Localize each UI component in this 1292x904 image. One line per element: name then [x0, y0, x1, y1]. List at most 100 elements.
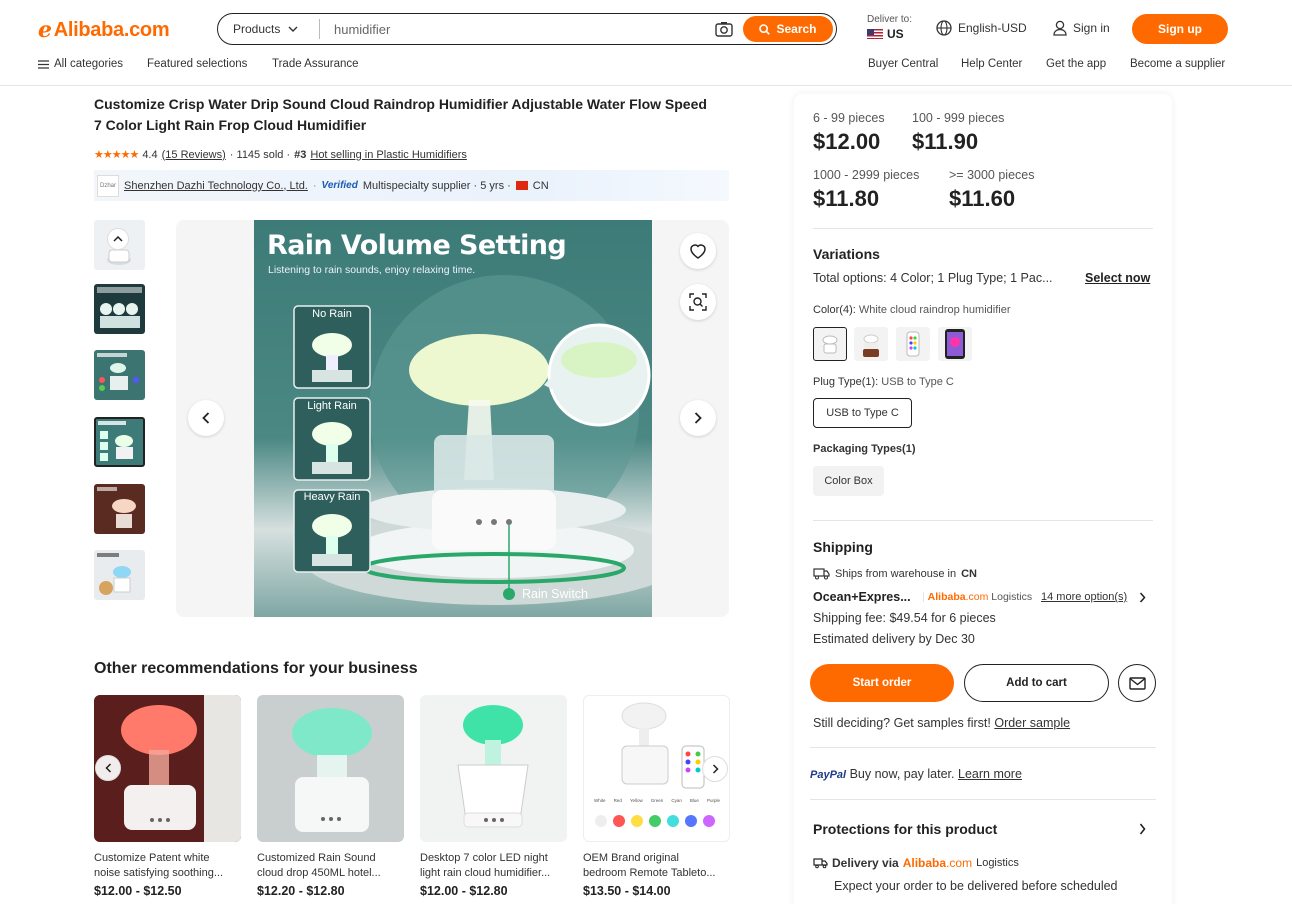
recommendation-card-1[interactable]: Customize Patent white noise satisfying …	[94, 695, 241, 898]
thumbnail-4-selected[interactable]	[94, 417, 145, 467]
rating-stars-icon: ★★★★★	[94, 149, 139, 161]
favorite-button[interactable]	[680, 233, 716, 269]
select-now-link[interactable]: Select now	[1085, 271, 1150, 285]
top-header: ℯ Alibaba.com Products Search Deliver to…	[0, 0, 1292, 86]
packaging-option-color-box[interactable]: Color Box	[813, 466, 884, 496]
buyer-central-link[interactable]: Buyer Central	[868, 58, 938, 70]
swatch-image	[822, 335, 838, 354]
language-label: English-USD	[958, 21, 1027, 35]
reviews-link[interactable]: (15 Reviews)	[162, 149, 226, 161]
recommendation-illustration	[457, 705, 529, 828]
become-supplier-link[interactable]: Become a supplier	[1130, 58, 1225, 70]
us-flag-icon	[867, 29, 883, 39]
image-subheading: Listening to rain sounds, enjoy relaxing…	[268, 264, 476, 276]
search-button-label: Search	[776, 22, 817, 36]
recommendation-card-2[interactable]: Customized Rain Sound cloud drop 450ML h…	[257, 695, 404, 898]
menu-icon	[38, 59, 49, 69]
search-button[interactable]: Search	[743, 16, 833, 42]
color-name-green: Green	[650, 798, 664, 803]
get-the-app-link[interactable]: Get the app	[1046, 58, 1106, 70]
thumbnail-3[interactable]	[94, 350, 145, 400]
plug-label-row: Plug Type(1): USB to Type C	[813, 376, 954, 388]
recommendation-card-3[interactable]: Desktop 7 color LED night light rain clo…	[420, 695, 567, 898]
logistics-word: Logistics	[991, 591, 1033, 603]
image-heading: Rain Volume Setting	[267, 230, 567, 261]
featured-selections-link[interactable]: Featured selections	[147, 58, 247, 70]
color-swatch-app[interactable]	[938, 327, 972, 361]
trade-assurance-link[interactable]: Trade Assurance	[272, 58, 359, 70]
color-names-row: White Red Yellow Green Cyan Blue Purple	[594, 798, 720, 803]
chevron-left-icon	[104, 763, 111, 773]
more-shipping-options-link[interactable]: 14 more option(s)	[1041, 591, 1127, 603]
camera-search-icon[interactable]	[715, 21, 733, 37]
image-search-button[interactable]	[680, 284, 716, 320]
color-name-red: Red	[613, 798, 622, 803]
thumbnail-2[interactable]	[94, 284, 145, 334]
color-label: Color(4):	[813, 304, 856, 316]
color-swatch-white-cloud[interactable]	[813, 327, 847, 361]
paypal-learn-more-link[interactable]: Learn more	[958, 767, 1022, 781]
color-swatch-remote[interactable]	[896, 327, 930, 361]
sign-in-label: Sign in	[1073, 21, 1110, 35]
mail-icon	[1128, 676, 1146, 690]
protections-title: Protections for this product	[813, 821, 998, 837]
divider	[813, 520, 1153, 521]
sign-in-link[interactable]: Sign in	[1053, 20, 1110, 36]
tier-2-range: 100 - 999 pieces	[912, 111, 1005, 125]
chevron-right-icon[interactable]	[1139, 823, 1146, 835]
recommendation-price-1: $12.00 - $12.50	[94, 884, 182, 898]
thumbnail-6[interactable]	[94, 550, 145, 600]
thumbnail-5[interactable]	[94, 484, 145, 534]
search-input[interactable]	[320, 21, 715, 37]
mode-heavy-rain: Heavy Rain	[303, 491, 361, 503]
chevron-down-icon	[288, 26, 298, 32]
product-title-line-2: 7 Color Light Rain Frop Cloud Humidifier	[94, 117, 367, 133]
contact-supplier-button[interactable]	[1118, 664, 1156, 702]
supplier-info: Multispecialty supplier · 5 yrs ·	[362, 179, 511, 192]
recommendations-next-button[interactable]	[702, 756, 728, 782]
recommendation-name-3b: light rain cloud humidifier...	[420, 867, 551, 879]
thumbnail-scroll-up-button[interactable]	[107, 228, 129, 250]
gallery-next-button[interactable]	[680, 400, 716, 436]
paypal-row: PayPal Buy now, pay later. Learn more	[810, 767, 1022, 781]
truck-icon	[813, 568, 830, 580]
image-search-icon	[689, 293, 707, 311]
recommendation-card-4[interactable]: White Red Yellow Green Cyan Blue Purple …	[583, 695, 730, 898]
delivery-brand-suffix: .com	[946, 856, 973, 870]
tier-2-price: $11.90	[912, 129, 979, 154]
variations-total-value: 4 Color; 1 Plug Type; 1 Pac...	[890, 271, 1053, 285]
shipping-fee: Shipping fee: $49.54 for 6 pieces	[813, 611, 996, 625]
language-selector[interactable]: English-USD	[936, 20, 1027, 36]
recommendation-name-2a: Customized Rain Sound	[257, 852, 376, 864]
heart-icon	[690, 244, 706, 259]
swatch-image	[906, 331, 920, 357]
add-to-cart-button[interactable]: Add to cart	[964, 664, 1109, 702]
alibaba-logo[interactable]: ℯ Alibaba.com	[38, 17, 170, 43]
order-sample-link[interactable]: Order sample	[994, 716, 1070, 730]
recommendation-image-2	[257, 695, 404, 842]
rank-category-link[interactable]: Hot selling in Plastic Humidifiers	[310, 149, 467, 161]
sign-up-button[interactable]: Sign up	[1132, 14, 1228, 44]
gallery-prev-button[interactable]	[188, 400, 224, 436]
paypal-text: Buy now, pay later.	[849, 767, 955, 781]
help-center-link[interactable]: Help Center	[961, 58, 1022, 70]
color-swatch-wood[interactable]	[854, 327, 888, 361]
deliver-to-selector[interactable]: Deliver to: US	[867, 14, 912, 40]
search-category-dropdown[interactable]: Products	[233, 22, 319, 36]
paypal-logo: PayPal	[810, 769, 847, 781]
variations-title: Variations	[813, 246, 880, 262]
recommendation-name-1a: Customize Patent white	[94, 852, 210, 864]
recommendation-name-2b: cloud drop 450ML hotel...	[257, 867, 381, 879]
recommendations-prev-button[interactable]	[95, 755, 121, 781]
swatch-image	[945, 329, 965, 359]
all-categories-menu[interactable]: All categories	[38, 58, 123, 70]
delivery-via-label: Delivery via	[832, 856, 899, 870]
color-name-yellow: Yellow	[629, 798, 643, 803]
supplier-name-link[interactable]: Shenzhen Dazhi Technology Co., Ltd.	[124, 180, 308, 192]
plug-option-usb-type-c[interactable]: USB to Type C	[813, 398, 912, 428]
start-order-button[interactable]: Start order	[810, 664, 954, 702]
chevron-left-icon	[202, 412, 210, 424]
supplier-logo[interactable]: Dzhar	[97, 174, 119, 197]
product-gallery: Rain Volume Setting Listening to rain so…	[176, 220, 729, 617]
chevron-right-icon[interactable]	[1139, 592, 1146, 603]
